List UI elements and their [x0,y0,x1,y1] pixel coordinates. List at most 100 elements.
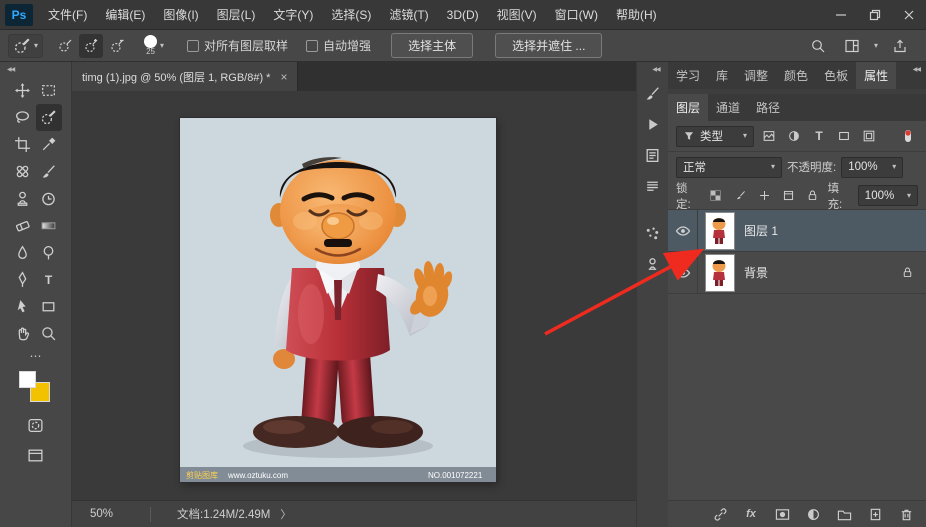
fill-select[interactable]: 100% ▾ [857,185,919,206]
tab-paths[interactable]: 路径 [748,94,788,121]
crop-tool[interactable] [10,131,36,158]
collapse-dock-icon[interactable]: ◀◀ [913,62,926,89]
quick-selection-tool[interactable] [35,104,62,131]
gradient-tool[interactable] [36,212,62,239]
tab-close-icon[interactable]: × [280,70,287,84]
menu-3d[interactable]: 3D(D) [438,0,488,30]
healing-brush-tool[interactable] [10,158,36,185]
workspace-switcher-button[interactable] [840,34,864,58]
zoom-level-field[interactable]: 50% [90,508,150,520]
add-mask-button[interactable] [772,504,792,524]
delete-layer-button[interactable] [896,504,916,524]
menu-layer[interactable]: 图层(L) [208,0,265,30]
actions-panel-button[interactable] [640,111,666,137]
hand-tool[interactable] [10,320,36,347]
brushes-panel-button[interactable] [640,220,666,246]
minimize-button[interactable] [824,0,858,30]
document-tab[interactable]: timg (1).jpg @ 50% (图层 1, RGB/8#) * × [72,62,299,91]
lock-transparency-button[interactable] [706,186,725,206]
close-button[interactable] [892,0,926,30]
screen-mode-button[interactable] [24,443,48,467]
lock-pixels-button[interactable] [731,186,750,206]
new-layer-button[interactable] [865,504,885,524]
tab-learn[interactable]: 学习 [668,62,708,89]
tab-adjustments[interactable]: 调整 [736,62,776,89]
blur-tool[interactable] [10,239,36,266]
filter-pixel-layers-button[interactable] [759,126,779,146]
menu-select[interactable]: 选择(S) [322,0,380,30]
search-button[interactable] [806,34,830,58]
menu-window[interactable]: 窗口(W) [546,0,607,30]
new-group-button[interactable] [834,504,854,524]
dodge-tool[interactable] [36,239,62,266]
image-document[interactable]: 剪贴图库 www.oztuku.com NO.001072221 [180,118,496,482]
menu-edit[interactable]: 编辑(E) [96,0,154,30]
menu-type[interactable]: 文字(Y) [264,0,322,30]
expand-panels-icon[interactable]: ◀◀ [645,62,660,75]
layer-style-button[interactable]: fx [741,504,761,524]
layer-filter-toggle[interactable] [898,126,918,146]
blend-mode-select[interactable]: 正常 ▾ [676,156,782,178]
brush-size-picker[interactable]: 25 ▾ [139,34,169,57]
tab-channels[interactable]: 通道 [708,94,748,121]
shape-tool[interactable] [36,293,62,320]
add-to-selection-button[interactable] [79,33,104,58]
status-chevron-icon[interactable]: 〉 [280,506,291,522]
tab-properties[interactable]: 属性 [856,62,897,89]
subtract-from-selection-button[interactable] [105,34,129,58]
ps-logo[interactable]: Ps [5,3,33,26]
more-tools-button[interactable]: ⋯ [30,350,42,362]
lock-all-button[interactable] [803,186,822,206]
auto-enhance-checkbox[interactable]: 自动增强 [306,37,371,54]
layer1-thumbnail[interactable] [705,211,735,250]
restore-button[interactable] [858,0,892,30]
brush-settings-panel-button[interactable] [640,80,666,106]
zoom-tool[interactable] [36,320,62,347]
foreground-color-swatch[interactable] [18,371,36,388]
select-subject-button[interactable]: 选择主体 [391,33,474,58]
menu-image[interactable]: 图像(I) [154,0,207,30]
history-brush-tool[interactable] [36,185,62,212]
character-panel-button[interactable] [640,142,666,168]
background-thumbnail[interactable] [705,253,735,292]
path-selection-tool[interactable] [10,293,36,320]
background-visibility-toggle[interactable] [668,251,698,294]
menu-view[interactable]: 视图(V) [488,0,546,30]
lock-artboard-button[interactable] [779,186,798,206]
layer-row-background[interactable]: 背景 [668,251,926,294]
background-name[interactable]: 背景 [744,264,768,281]
canvas[interactable]: 剪贴图库 www.oztuku.com NO.001072221 [72,91,636,500]
menu-file[interactable]: 文件(F) [39,0,96,30]
type-tool[interactable]: T [36,266,62,293]
eraser-tool[interactable] [10,212,36,239]
new-selection-button[interactable] [53,34,77,58]
layer1-name[interactable]: 图层 1 [744,222,778,239]
layer1-visibility-toggle[interactable] [668,209,698,252]
clone-stamp-tool[interactable] [10,185,36,212]
chevron-down-icon[interactable]: ▾ [874,41,878,50]
pen-tool[interactable] [10,266,36,293]
filter-shape-layers-button[interactable] [834,126,854,146]
move-tool[interactable] [10,77,36,104]
tab-color[interactable]: 颜色 [776,62,816,89]
link-layers-button[interactable] [710,504,730,524]
sample-all-layers-checkbox[interactable]: 对所有图层取样 [187,37,288,54]
brush-tool[interactable] [36,158,62,185]
layer-row-layer1[interactable]: 图层 1 [668,209,926,252]
filter-adjustment-layers-button[interactable] [784,126,804,146]
opacity-select[interactable]: 100% ▾ [841,156,904,178]
menu-filter[interactable]: 滤镜(T) [380,0,437,30]
tab-swatches[interactable]: 色板 [816,62,856,89]
tab-libraries[interactable]: 库 [708,62,736,89]
quick-mask-button[interactable] [24,413,48,437]
filter-kind-select[interactable]: 类型 ▾ [676,125,754,147]
select-and-mask-button[interactable]: 选择并遮住 ... [495,33,603,58]
filter-type-layers-button[interactable]: T [809,126,829,146]
menu-help[interactable]: 帮助(H) [607,0,666,30]
lasso-tool[interactable] [10,104,36,131]
adjustment-layer-button[interactable] [803,504,823,524]
eyedropper-tool[interactable] [36,131,62,158]
share-button[interactable] [888,34,912,58]
tool-preset-picker[interactable]: ▾ [8,33,44,58]
marquee-tool[interactable] [36,77,62,104]
